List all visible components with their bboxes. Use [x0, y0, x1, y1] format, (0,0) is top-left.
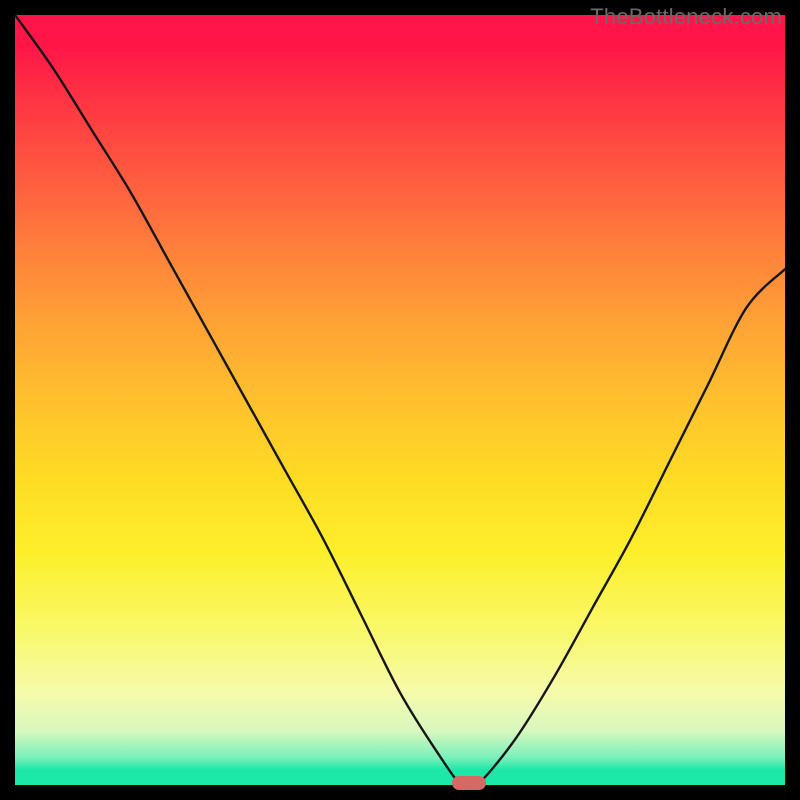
chart-frame: TheBottleneck.com — [0, 0, 800, 800]
watermark-text: TheBottleneck.com — [590, 4, 782, 30]
bottleneck-curve — [15, 15, 785, 785]
optimum-marker — [452, 776, 486, 790]
plot-area — [15, 15, 785, 785]
